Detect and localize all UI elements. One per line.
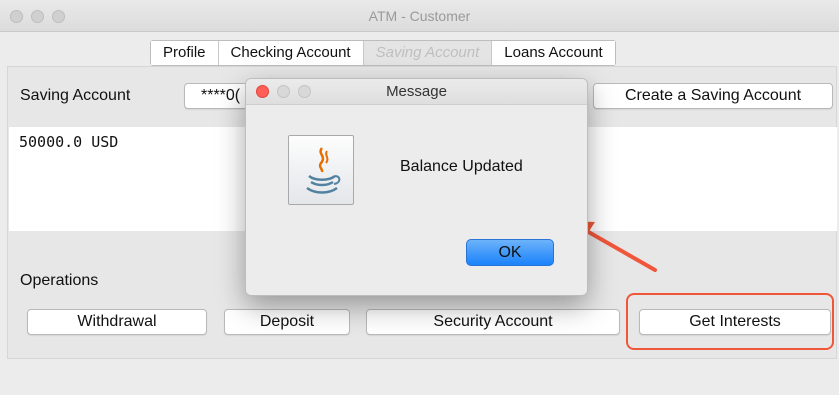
dialog-title-bar: Message	[246, 79, 587, 105]
dialog-title: Message	[386, 83, 447, 100]
dialog-message: Balance Updated	[400, 158, 523, 175]
java-icon	[288, 135, 354, 205]
ok-button[interactable]: OK	[466, 239, 554, 266]
message-dialog: Message Balance Updated OK	[245, 78, 588, 296]
